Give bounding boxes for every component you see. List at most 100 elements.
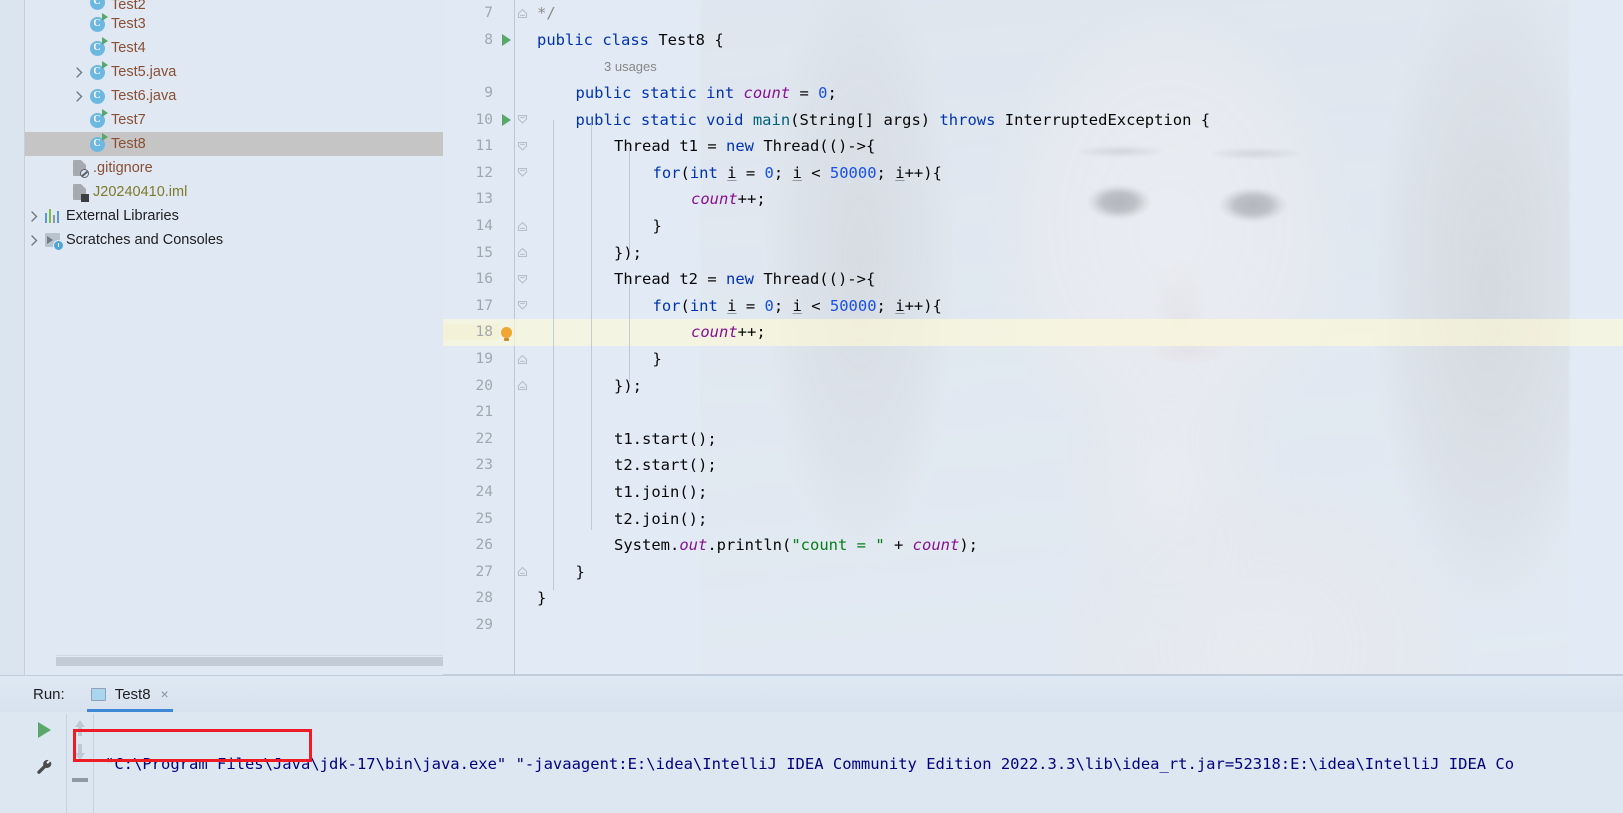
code-line-16[interactable]: 16 Thread t2 = new Thread(()->{ (443, 266, 1623, 293)
code-text: }); (530, 377, 642, 395)
console-scroll-strip[interactable] (66, 714, 94, 813)
code-line-24[interactable]: 24 t1.join(); (443, 479, 1623, 506)
code-line-8[interactable]: 8 public class Test8 { (443, 27, 1623, 54)
run-gutter-icon[interactable] (499, 33, 514, 46)
tree-item-scratches-and-consoles[interactable]: Scratches and Consoles (25, 228, 443, 252)
code-text: public class Test8 { (530, 31, 724, 49)
project-tree[interactable]: C Test2 C Test3 C Test4 C Test5.java C Test6.java… (25, 0, 443, 252)
inlay-hint-row[interactable]: 3 usages (443, 53, 1623, 80)
tree-item-test3[interactable]: C Test3 (25, 12, 443, 36)
code-line-23[interactable]: 23 t2.start(); (443, 452, 1623, 479)
line-number: 28 (475, 590, 493, 607)
intention-bulb-icon[interactable] (499, 326, 514, 341)
code-line-21[interactable]: 21 (443, 399, 1623, 426)
tree-item-test2[interactable]: C Test2 (25, 0, 443, 12)
code-text: } (530, 563, 585, 581)
token: count (912, 536, 960, 555)
code-line-15[interactable]: 15}); (443, 239, 1623, 266)
chevron-right-icon[interactable] (72, 60, 87, 84)
run-tool-window[interactable]: Run: Test8 × "C:\Program Files\Java\jdk-… (0, 675, 1623, 813)
token: i (792, 296, 802, 315)
project-horizontal-scrollbar[interactable] (56, 655, 443, 666)
scratches-consoles-icon (44, 233, 64, 251)
code-line-29[interactable]: 29 (443, 612, 1623, 639)
code-line-9[interactable]: 9 public static int count = 0; (443, 80, 1623, 107)
fold-start-icon[interactable] (514, 167, 530, 178)
fold-start-icon[interactable] (514, 141, 530, 152)
console-output[interactable]: "C:\Program Files\Java\jdk-17\bin\java.e… (95, 714, 1623, 813)
token: public (575, 84, 641, 103)
tree-item-j20240410-iml[interactable]: J20240410.iml (25, 180, 443, 204)
code-line-13[interactable]: 13 count++; (443, 186, 1623, 213)
chevron-right-icon[interactable] (27, 204, 42, 228)
code-line-17[interactable]: 17 for(int i = 0; i < 50000; i++){ (443, 293, 1623, 320)
tree-item-label: Test5.java (111, 63, 177, 80)
rerun-icon[interactable] (37, 722, 51, 738)
code-line-26[interactable]: 26 System.out.println("count = " + count)… (443, 532, 1623, 559)
code-line-19[interactable]: 19} (443, 346, 1623, 373)
run-tab-test8[interactable]: Test8 × (86, 676, 173, 712)
usages-inlay-hint[interactable]: 3 usages (530, 59, 657, 74)
run-tool-window-header: Run: Test8 × (0, 676, 1623, 712)
fold-end-icon[interactable] (514, 221, 530, 232)
tree-item-test8[interactable]: C Test8 (25, 132, 443, 156)
token: count (691, 323, 738, 342)
runnable-marker-icon (102, 109, 108, 117)
token: < (801, 296, 830, 315)
code-text: Thread t2 = new Thread(()->{ (530, 270, 875, 288)
fold-start-icon[interactable] (514, 114, 530, 125)
code-editor[interactable]: 7 */8 public class Test8 { 3 usages 9 public … (443, 0, 1623, 675)
tree-item-test4[interactable]: C Test4 (25, 36, 443, 60)
fold-end-icon[interactable] (514, 8, 530, 19)
chevron-right-icon[interactable] (72, 84, 87, 108)
run-gutter-icon[interactable] (499, 113, 514, 126)
token: (String[] args) (790, 110, 940, 129)
fold-start-icon[interactable] (514, 274, 530, 285)
tree-item-test6-java[interactable]: C Test6.java (25, 84, 443, 108)
line-number: 14 (475, 218, 493, 235)
java-class-icon: C (89, 88, 105, 104)
project-tool-window[interactable]: C Test2 C Test3 C Test4 C Test5.java C Test6.java… (25, 0, 443, 675)
line-number: 10 (475, 111, 493, 128)
scroll-up-icon[interactable] (74, 720, 87, 736)
code-line-10[interactable]: 10 public static void main(String[] args)… (443, 106, 1623, 133)
code-line-12[interactable]: 12 for(int i = 0; i < 50000; i++){ (443, 160, 1623, 187)
code-line-27[interactable]: 27} (443, 558, 1623, 585)
token: i (895, 163, 905, 182)
soft-wrap-icon[interactable] (72, 778, 88, 782)
code-line-7[interactable]: 7 */ (443, 0, 1623, 27)
code-line-22[interactable]: 22 t1.start(); (443, 426, 1623, 453)
token: throws (939, 110, 1005, 129)
fold-end-icon[interactable] (514, 247, 530, 258)
tree-item-test5-java[interactable]: C Test5.java (25, 60, 443, 84)
run-toolbar[interactable] (22, 714, 66, 813)
code-line-18[interactable]: 18 count++; (443, 319, 1623, 346)
fold-end-icon[interactable] (514, 566, 530, 577)
code-lines[interactable]: 7 */8 public class Test8 { 3 usages 9 public … (443, 0, 1623, 638)
close-icon[interactable]: × (161, 687, 169, 701)
scrollbar-thumb[interactable] (56, 657, 443, 666)
iml-file-icon (72, 184, 89, 202)
token: = (790, 84, 819, 103)
fold-end-icon[interactable] (514, 354, 530, 365)
tree-item-external-libraries[interactable]: External Libraries (25, 204, 443, 228)
editor-surface[interactable]: 7 */8 public class Test8 { 3 usages 9 public … (443, 0, 1623, 675)
active-tab-indicator (86, 709, 173, 712)
code-line-28[interactable]: 28} (443, 585, 1623, 612)
code-line-11[interactable]: 11 Thread t1 = new Thread(()->{ (443, 133, 1623, 160)
token: } (652, 350, 662, 369)
token: main (752, 110, 791, 129)
code-line-20[interactable]: 20}); (443, 372, 1623, 399)
chevron-right-icon[interactable] (27, 228, 42, 252)
tree-item-test7[interactable]: C Test7 (25, 108, 443, 132)
scroll-down-icon[interactable] (74, 744, 87, 760)
token: t1.join(); (614, 482, 708, 501)
token: Thread t2 = (614, 270, 726, 289)
code-line-14[interactable]: 14} (443, 213, 1623, 240)
code-line-25[interactable]: 25 t2.join(); (443, 505, 1623, 532)
tree-item-gitignore[interactable]: .gitignore (25, 156, 443, 180)
wrench-icon[interactable] (34, 758, 54, 778)
fold-start-icon[interactable] (514, 300, 530, 311)
fold-end-icon[interactable] (514, 380, 530, 391)
